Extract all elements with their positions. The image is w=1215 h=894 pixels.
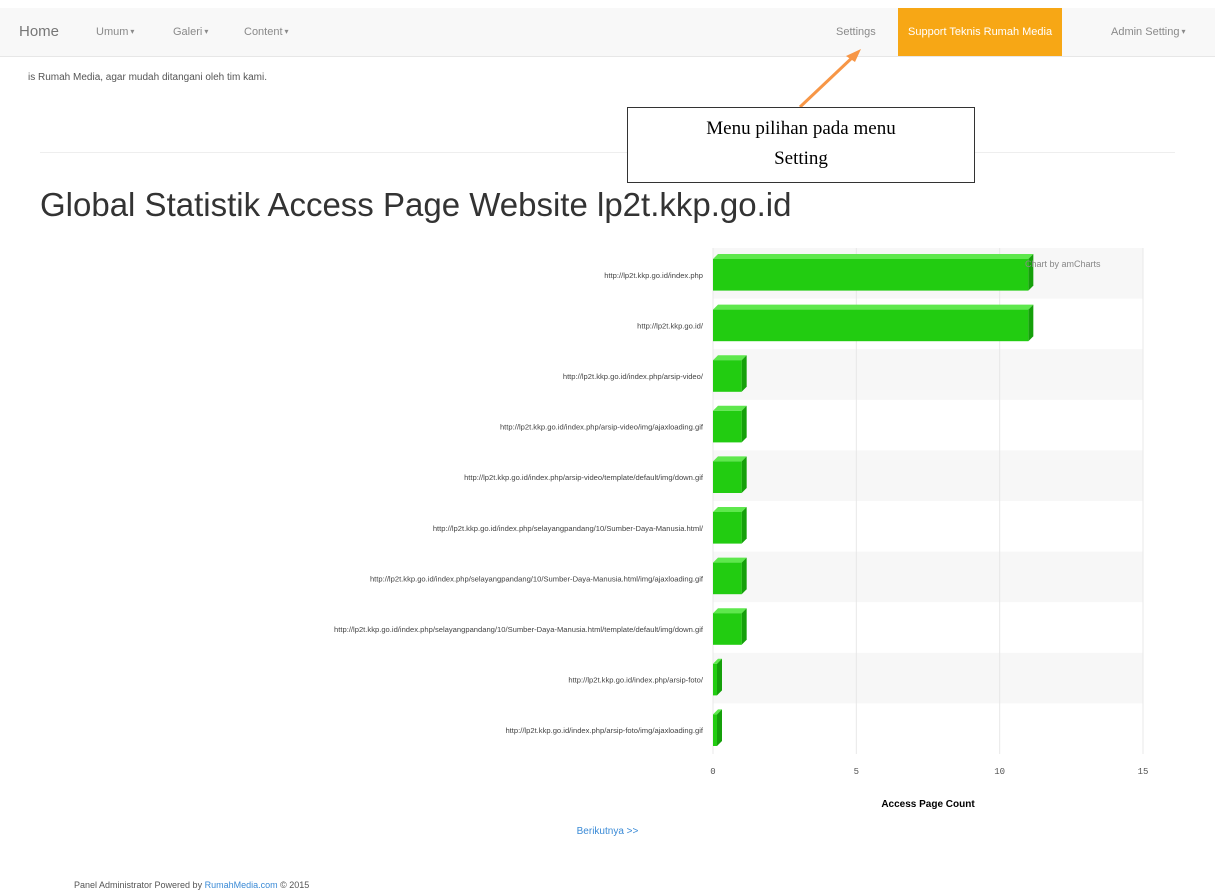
next-page-link[interactable]: Berikutnya >> — [0, 826, 1215, 837]
footer-text: Panel Administrator Powered by — [74, 880, 205, 890]
callout-line-2: Setting — [774, 148, 828, 169]
callout-annotation: Menu pilihan pada menu Setting — [627, 107, 975, 183]
callout-arrow — [798, 49, 861, 109]
footer: Panel Administrator Powered by RumahMedi… — [74, 880, 309, 890]
footer-brand-link[interactable]: RumahMedia.com — [205, 880, 278, 890]
callout-line-1: Menu pilihan pada menu — [706, 118, 896, 139]
footer-suffix: © 2015 — [277, 880, 310, 890]
